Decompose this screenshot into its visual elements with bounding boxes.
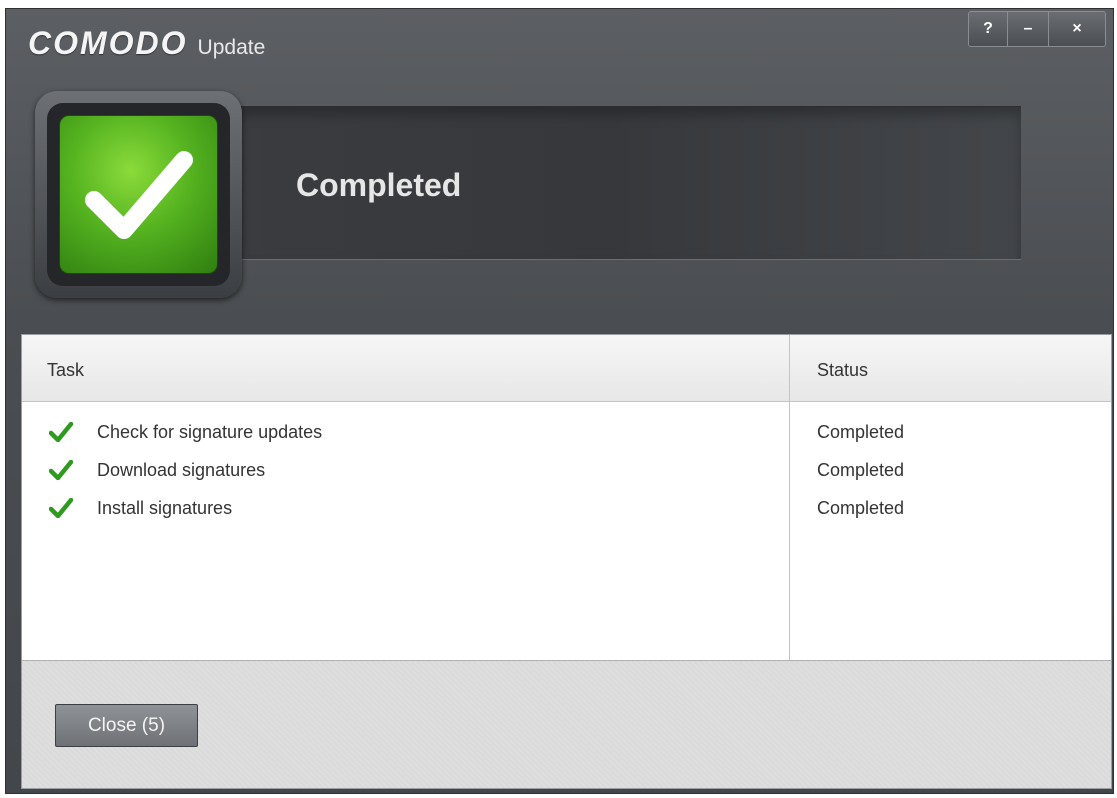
dialog-footer: Close (5) — [22, 660, 1111, 788]
task-status: Completed — [817, 498, 905, 518]
window-title: COMODO Update — [28, 25, 265, 62]
table-row: Install signatures Completed — [22, 496, 1111, 534]
status-indicator — [35, 91, 242, 298]
green-checkmark-icon — [49, 460, 73, 480]
update-window: COMODO Update ? – × Completed Task Statu… — [5, 8, 1114, 794]
task-status: Completed — [817, 460, 905, 480]
table-row: Download signatures Completed — [22, 458, 1111, 496]
task-name: Install signatures — [97, 498, 233, 518]
help-button[interactable]: ? — [969, 12, 1007, 46]
task-status: Completed — [817, 422, 905, 442]
column-header-task[interactable]: Task — [47, 360, 84, 381]
green-checkmark-icon — [49, 422, 73, 442]
status-tile — [59, 115, 218, 274]
task-name: Check for signature updates — [97, 422, 323, 442]
column-header-status[interactable]: Status — [817, 360, 868, 381]
checkmark-icon — [84, 150, 193, 239]
minimize-button[interactable]: – — [1007, 12, 1048, 46]
window-controls: ? – × — [968, 11, 1106, 47]
app-name: Update — [197, 36, 266, 59]
table-header: Task Status — [22, 335, 1111, 402]
close-window-button[interactable]: × — [1048, 12, 1105, 46]
task-name: Download signatures — [97, 460, 266, 480]
task-list: Check for signature updates Completed Do… — [22, 420, 1111, 534]
status-heading: Completed — [296, 167, 462, 203]
brand-logo: COMODO — [28, 25, 188, 61]
close-button[interactable]: Close (5) — [55, 704, 198, 747]
table-row: Check for signature updates Completed — [22, 420, 1111, 458]
task-panel: Task Status Check for signature updates … — [21, 334, 1112, 789]
green-checkmark-icon — [49, 498, 73, 518]
